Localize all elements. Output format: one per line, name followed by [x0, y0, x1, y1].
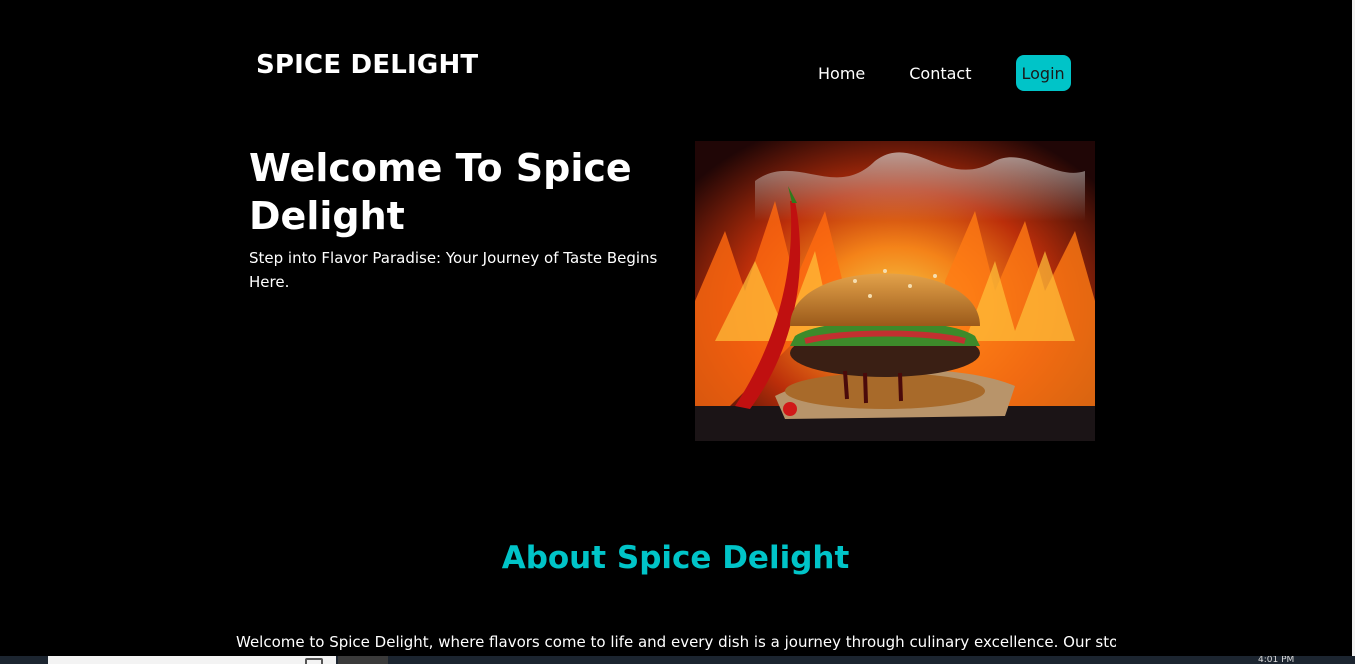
hero-subtitle: Step into Flavor Paradise: Your Journey …	[249, 249, 658, 291]
about-title: About Spice Delight	[501, 540, 850, 576]
taskbar-clock[interactable]: 4:01 PM	[1258, 656, 1294, 664]
hero-title: Welcome To Spice Delight	[249, 146, 632, 238]
about-text: Welcome to Spice Delight, where flavors …	[236, 633, 1116, 651]
os-taskbar: 4:01 PM	[0, 656, 1355, 664]
nav-link-home[interactable]: Home	[818, 64, 865, 83]
hero-burger-image	[695, 141, 1095, 441]
page: SPICE DELIGHT Home Contact Login Welcome…	[0, 0, 1355, 664]
taskbar-task-view-icon[interactable]	[305, 658, 323, 664]
brand-logo-text[interactable]: SPICE DELIGHT	[256, 50, 478, 80]
taskbar-app-button[interactable]	[338, 656, 388, 664]
login-button[interactable]: Login	[1015, 55, 1071, 91]
taskbar-search-box[interactable]	[48, 656, 336, 664]
main-nav: Home Contact Login	[818, 55, 1071, 91]
nav-link-contact[interactable]: Contact	[909, 64, 971, 83]
burger-flames-icon	[695, 141, 1095, 441]
